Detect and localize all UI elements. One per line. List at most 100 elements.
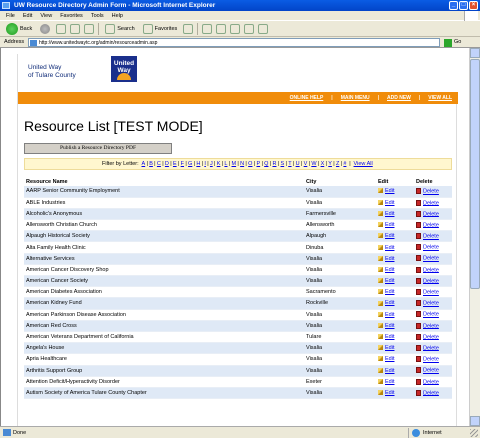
letter-link[interactable]: #: [343, 161, 346, 167]
edit-link[interactable]: Edit: [385, 334, 394, 340]
go-button[interactable]: Go: [444, 38, 461, 47]
delete-link[interactable]: Delete: [423, 301, 439, 307]
letter-link[interactable]: Z: [336, 161, 339, 167]
pencil-icon[interactable]: [378, 289, 383, 295]
nav-add-new[interactable]: ADD NEW: [387, 95, 411, 101]
edit-link[interactable]: Edit: [385, 267, 394, 273]
delete-link[interactable]: Delete: [423, 357, 439, 363]
letter-link[interactable]: C: [157, 161, 161, 167]
letter-link[interactable]: Q: [264, 161, 268, 167]
pencil-icon[interactable]: [378, 300, 383, 306]
delete-icon[interactable]: [416, 300, 421, 307]
maximize-button[interactable]: □: [459, 1, 468, 10]
delete-icon[interactable]: [416, 233, 421, 240]
nav-view-all[interactable]: VIEW ALL: [428, 95, 452, 101]
delete-link[interactable]: Delete: [423, 267, 439, 273]
letter-link[interactable]: Y: [328, 161, 332, 167]
publish-pdf-button[interactable]: Publish a Resource Directory PDF: [24, 143, 172, 154]
letter-link[interactable]: G: [188, 161, 192, 167]
pencil-icon[interactable]: [378, 211, 383, 217]
delete-icon[interactable]: [416, 266, 421, 273]
home-icon[interactable]: [84, 23, 95, 34]
menu-file[interactable]: File: [6, 13, 15, 19]
menu-edit[interactable]: Edit: [23, 13, 32, 19]
delete-link[interactable]: Delete: [423, 189, 439, 195]
delete-icon[interactable]: [416, 221, 421, 228]
delete-link[interactable]: Delete: [423, 290, 439, 296]
edit-link[interactable]: Edit: [385, 368, 394, 374]
letter-link[interactable]: H: [196, 161, 200, 167]
pencil-icon[interactable]: [378, 322, 383, 328]
history-icon[interactable]: [183, 23, 194, 34]
letter-link[interactable]: U: [296, 161, 300, 167]
edit-link[interactable]: Edit: [385, 222, 394, 228]
search-button[interactable]: Search: [103, 22, 136, 36]
letter-link[interactable]: V: [304, 161, 308, 167]
edit-link[interactable]: Edit: [385, 245, 394, 251]
scroll-thumb[interactable]: [470, 59, 480, 289]
delete-link[interactable]: Delete: [423, 323, 439, 329]
view-all-link[interactable]: View All: [354, 161, 373, 167]
delete-link[interactable]: Delete: [423, 345, 439, 351]
edit-link[interactable]: Edit: [385, 356, 394, 362]
refresh-icon[interactable]: [70, 23, 81, 34]
address-input[interactable]: http://www.unitedwaytc.org/admin/resourc…: [28, 38, 440, 47]
delete-link[interactable]: Delete: [423, 278, 439, 284]
delete-icon[interactable]: [416, 389, 421, 396]
pencil-icon[interactable]: [378, 356, 383, 362]
letter-link[interactable]: J: [210, 161, 213, 167]
pencil-icon[interactable]: [378, 278, 383, 284]
delete-icon[interactable]: [416, 188, 421, 195]
delete-link[interactable]: Delete: [423, 334, 439, 340]
edit-link[interactable]: Edit: [385, 345, 394, 351]
delete-icon[interactable]: [416, 255, 421, 262]
letter-link[interactable]: X: [321, 161, 325, 167]
letter-link[interactable]: T: [288, 161, 291, 167]
edit-link[interactable]: Edit: [385, 289, 394, 295]
pencil-icon[interactable]: [378, 255, 383, 261]
minimize-button[interactable]: _: [449, 1, 458, 10]
pencil-icon[interactable]: [378, 222, 383, 228]
print-icon[interactable]: [216, 23, 227, 34]
delete-icon[interactable]: [416, 199, 421, 206]
edit-link[interactable]: Edit: [385, 211, 394, 217]
pencil-icon[interactable]: [378, 311, 383, 317]
pencil-icon[interactable]: [378, 266, 383, 272]
letter-link[interactable]: A: [142, 161, 146, 167]
delete-link[interactable]: Delete: [423, 379, 439, 385]
letter-link[interactable]: F: [181, 161, 184, 167]
edit-link[interactable]: Edit: [385, 233, 394, 239]
delete-link[interactable]: Delete: [423, 390, 439, 396]
edit-link[interactable]: Edit: [385, 256, 394, 262]
delete-link[interactable]: Delete: [423, 222, 439, 228]
delete-icon[interactable]: [416, 289, 421, 296]
letter-link[interactable]: P: [256, 161, 260, 167]
pencil-icon[interactable]: [378, 334, 383, 340]
edit-link[interactable]: Edit: [385, 390, 394, 396]
pencil-icon[interactable]: [378, 367, 383, 373]
delete-link[interactable]: Delete: [423, 368, 439, 374]
delete-icon[interactable]: [416, 356, 421, 363]
letter-link[interactable]: R: [272, 161, 276, 167]
delete-icon[interactable]: [416, 277, 421, 284]
edit-link[interactable]: Edit: [385, 278, 394, 284]
delete-icon[interactable]: [416, 244, 421, 251]
letter-link[interactable]: L: [224, 161, 227, 167]
delete-icon[interactable]: [416, 322, 421, 329]
delete-link[interactable]: Delete: [423, 200, 439, 206]
delete-link[interactable]: Delete: [423, 312, 439, 318]
menu-view[interactable]: View: [40, 13, 52, 19]
nav-main-menu[interactable]: MAIN MENU: [341, 95, 370, 101]
pencil-icon[interactable]: [378, 188, 383, 194]
pencil-icon[interactable]: [378, 199, 383, 205]
letter-link[interactable]: D: [165, 161, 169, 167]
delete-link[interactable]: Delete: [423, 234, 439, 240]
letter-link[interactable]: B: [149, 161, 153, 167]
letter-link[interactable]: W: [311, 161, 316, 167]
edit-link[interactable]: Edit: [385, 379, 394, 385]
letter-link[interactable]: O: [248, 161, 252, 167]
letter-link[interactable]: N: [240, 161, 244, 167]
favorites-button[interactable]: Favorites: [141, 22, 180, 36]
nav-online-help[interactable]: ONLINE HELP: [290, 95, 324, 101]
stop-icon[interactable]: [56, 23, 67, 34]
